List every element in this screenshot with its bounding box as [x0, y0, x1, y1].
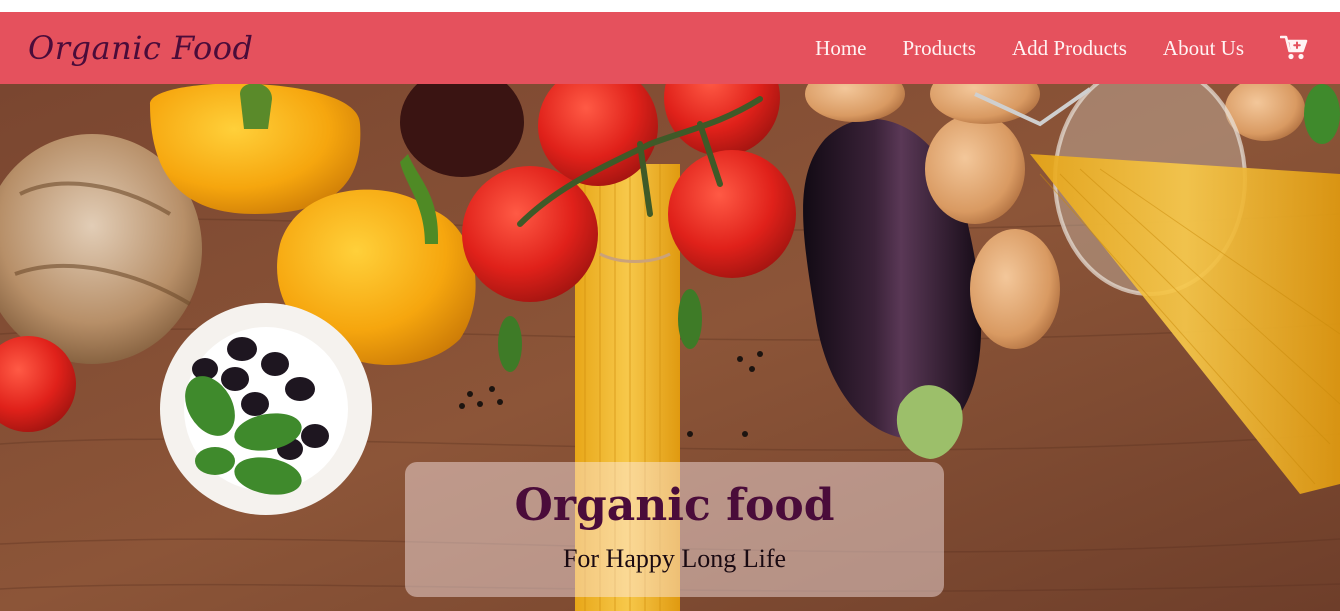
- cart-button[interactable]: [1280, 35, 1308, 61]
- shopping-cart-icon: [1280, 35, 1308, 60]
- hero-subtitle: For Happy Long Life: [562, 544, 787, 573]
- nav-link-about-us[interactable]: About Us: [1163, 36, 1244, 61]
- navbar: Organic Food Home Products Add Products …: [0, 12, 1340, 84]
- brand-logo[interactable]: Organic Food: [28, 29, 254, 67]
- top-strip: [0, 0, 1340, 12]
- hero-banner: Organic food For Happy Long Life: [0, 84, 1340, 611]
- nav-link-add-products[interactable]: Add Products: [1012, 36, 1127, 61]
- hero-caption-card: Organic food For Happy Long Life: [405, 462, 944, 597]
- nav-link-home[interactable]: Home: [815, 36, 866, 61]
- nav-menu: Home Products Add Products About Us: [815, 35, 1308, 61]
- hero-title: Organic food: [514, 480, 835, 531]
- nav-link-products[interactable]: Products: [902, 36, 976, 61]
